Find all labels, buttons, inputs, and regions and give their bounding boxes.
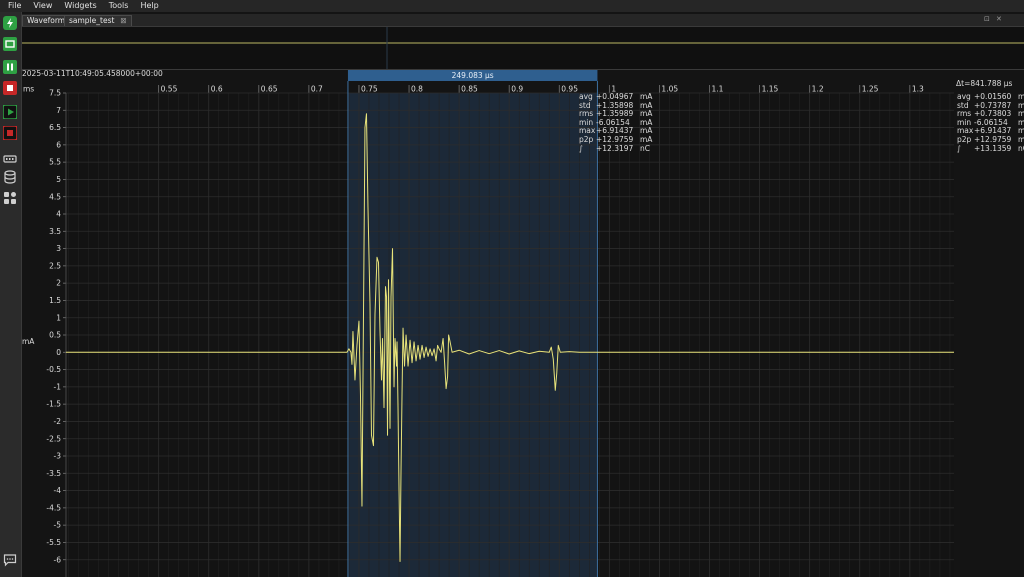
chat-icon[interactable] [3, 553, 17, 567]
stat-row-integral: ∫ +13.1359 nC [957, 143, 1024, 154]
widgets-icon[interactable] [3, 191, 17, 205]
x-tick-label: 1.15 [762, 85, 779, 94]
full-stats: avg+0.01560mAstd+0.73787mArms+0.73803mAm… [957, 92, 1024, 154]
y-tick-label: 1 [56, 313, 61, 322]
x-tick-label: 0.6 [211, 85, 223, 94]
menu-widgets[interactable]: Widgets [58, 0, 102, 12]
y-tick-label: 5.5 [49, 158, 61, 167]
pause-icon[interactable] [3, 60, 17, 74]
x-tick-label: 1.25 [862, 85, 879, 94]
y-tick-label: 0.5 [49, 331, 61, 340]
x-tick-label: 0.55 [161, 85, 178, 94]
y-tick-label: 7.5 [49, 89, 61, 98]
menu-view[interactable]: View [27, 0, 58, 12]
main-area: Waveform sample_test ⊠ ⊡ ✕ 0.55 0.6 0.65 0.7… [22, 12, 1024, 577]
y-tick-label: 6.5 [49, 123, 61, 132]
x-tick-label: 0.9 [511, 85, 523, 94]
y-tick-label: 3.5 [49, 227, 61, 236]
x-unit-label: ms [23, 85, 34, 94]
record-icon[interactable] [3, 126, 17, 140]
y-tick-label: 4 [56, 210, 61, 219]
y-tick-label: 7 [56, 106, 61, 115]
x-tick-label: 0.8 [411, 85, 423, 94]
play-icon[interactable] [3, 105, 17, 119]
stat-unit: nC [640, 143, 650, 153]
y-tick-label: 0 [56, 348, 61, 357]
y-tick-label: 5 [56, 175, 61, 184]
memory-icon[interactable] [3, 152, 17, 166]
y-tick-label: -2.5 [46, 434, 61, 443]
waveform-plot[interactable]: 0.55 0.6 0.65 0.7 0.75 0.8 0.85 0.9 0.95 1 1.05 1.1… [22, 12, 1024, 577]
y-tick-label: -3 [54, 452, 62, 461]
database-icon[interactable] [3, 170, 17, 184]
y-tick-label: -0.5 [46, 365, 61, 374]
selection-stats: avg +0.04967 mA std +1.35898 mA rms +1.35989 mA m… [579, 92, 652, 154]
x-tick-label: 0.85 [461, 85, 478, 94]
device-icon[interactable] [3, 37, 17, 51]
y-tick-label: -2 [54, 417, 62, 426]
y-tick-label: -5.5 [46, 538, 61, 547]
y-tick-label: -3.5 [46, 469, 61, 478]
stat-key: ∫ [957, 143, 961, 153]
y-tick-label: 4.5 [49, 192, 61, 201]
x-tick-label: 0.75 [361, 85, 378, 94]
stat-unit: nC [1018, 143, 1024, 153]
x-tick-label: 1.05 [661, 85, 678, 94]
y-tick-label: 6 [56, 140, 61, 149]
y-tick-label: -5 [54, 521, 62, 530]
y-tick-label: -4 [54, 486, 62, 495]
y-tick-label: -1 [54, 382, 62, 391]
y-tick-label: -1.5 [46, 400, 61, 409]
menu-file[interactable]: File [0, 0, 27, 12]
stop-icon[interactable] [3, 81, 17, 95]
x-tick-label: 1.2 [812, 85, 824, 94]
y-tick-label: 2 [56, 279, 61, 288]
power-icon[interactable] [3, 16, 17, 30]
x-tick-label: 1.3 [912, 85, 924, 94]
y-unit-label: mA [22, 337, 35, 346]
delta-t-label: Δt=841.788 µs [956, 79, 1013, 88]
x-tick-label: 1.1 [712, 85, 724, 94]
left-toolbar [0, 12, 22, 577]
menu-tools[interactable]: Tools [103, 0, 135, 12]
menu-bar: File View Widgets Tools Help [0, 0, 1024, 12]
y-tick-label: 1.5 [49, 296, 61, 305]
selection-duration-label: 249.083 µs [452, 71, 494, 80]
stat-row-integral: ∫ +12.3197 nC [579, 143, 652, 154]
menu-help[interactable]: Help [134, 0, 164, 12]
y-tick-label: -4.5 [46, 503, 61, 512]
x-tick-label: 0.95 [561, 85, 578, 94]
y-tick-label: 3 [56, 244, 61, 253]
stat-value: +12.3197 [596, 143, 634, 153]
stat-key: ∫ [579, 143, 583, 153]
y-tick-label: 2.5 [49, 261, 61, 270]
stat-value: +13.1359 [974, 143, 1012, 153]
timestamp-label: 2025-03-11T10:49:05.458000+00:00 [22, 69, 163, 78]
x-tick-label: 0.65 [261, 85, 278, 94]
x-tick-label: 0.7 [311, 85, 323, 94]
y-tick-label: -6 [54, 555, 62, 564]
